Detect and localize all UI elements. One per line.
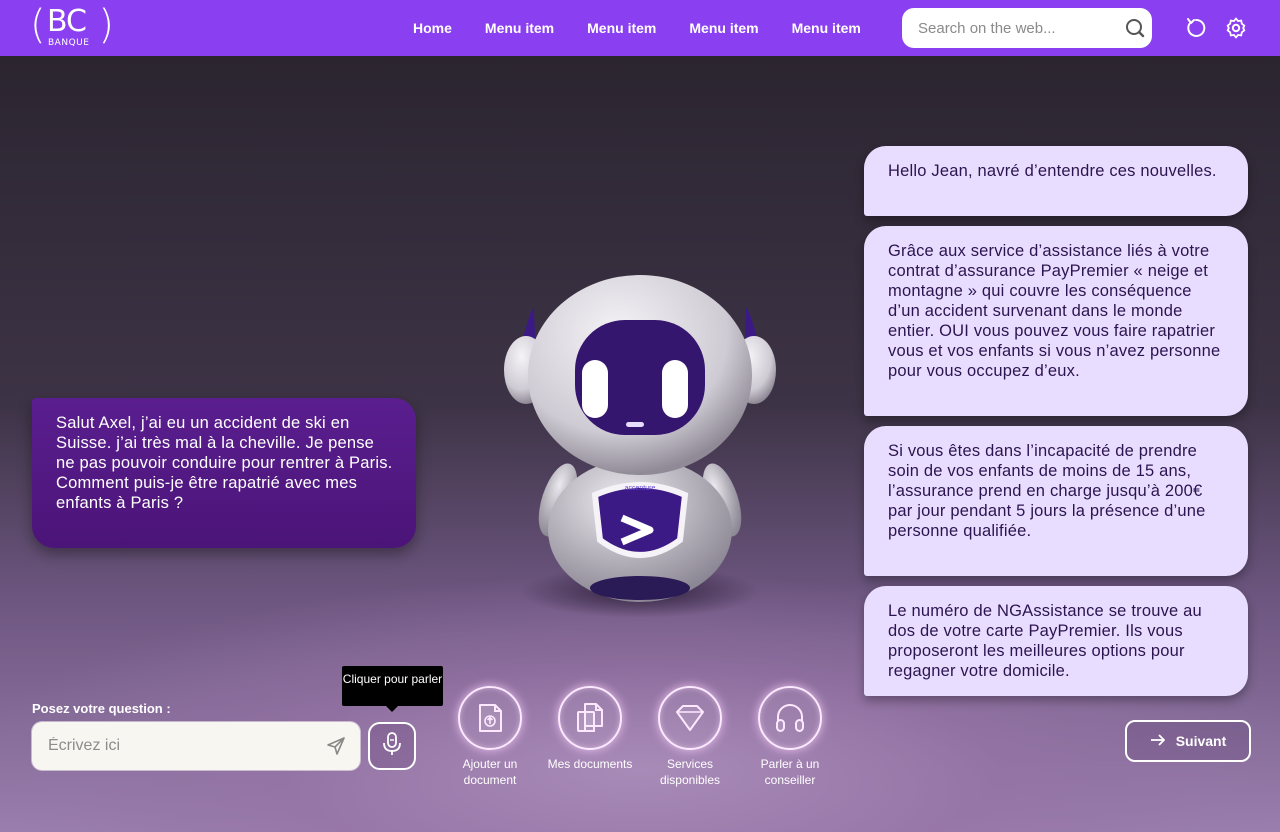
search-icon[interactable] bbox=[1117, 8, 1152, 48]
bot-message-bubble: Le numéro de NGAssistance se trouve au d… bbox=[864, 586, 1248, 696]
nav-menu-item-4[interactable]: Menu item bbox=[792, 20, 861, 36]
action-label: Mes documents bbox=[547, 757, 633, 771]
bot-message-bubble: Grâce aux service d’assistance liés à vo… bbox=[864, 226, 1248, 416]
bot-message-bubble: Hello Jean, navré d’entendre ces nouvell… bbox=[864, 146, 1248, 216]
nav-home[interactable]: Home bbox=[413, 20, 452, 36]
bot-message-bubble: Si vous êtes dans l’incapacité de prendr… bbox=[864, 426, 1248, 576]
next-button[interactable]: Suivant bbox=[1125, 720, 1251, 762]
action-label: Ajouter un document bbox=[462, 757, 518, 787]
mic-tooltip: Cliquer pour parler bbox=[342, 666, 443, 712]
nav-menu-item-2[interactable]: Menu item bbox=[587, 20, 656, 36]
question-label: Posez votre question : bbox=[32, 701, 171, 716]
microphone-icon bbox=[381, 731, 403, 761]
headphones-icon bbox=[758, 686, 822, 750]
add-document-action[interactable]: Ajouter un document bbox=[440, 686, 540, 788]
refresh-icon[interactable] bbox=[1182, 14, 1210, 42]
available-services-action[interactable]: Services disponibles bbox=[640, 686, 740, 788]
nav-menu-item-1[interactable]: Menu item bbox=[485, 20, 554, 36]
main-nav: Home Menu item Menu item Menu item Menu … bbox=[396, 0, 877, 56]
microphone-button[interactable] bbox=[368, 722, 416, 770]
action-label: Parler à un conseiller bbox=[760, 757, 820, 787]
chest-brand: accenture bbox=[625, 485, 656, 492]
logo-text: BC bbox=[47, 4, 87, 39]
arrow-right-icon bbox=[1150, 733, 1166, 750]
question-input[interactable] bbox=[32, 737, 312, 755]
logo-subtext: BANQUE bbox=[48, 38, 90, 48]
documents-icon bbox=[558, 686, 622, 750]
talk-to-advisor-action[interactable]: Parler à un conseiller bbox=[740, 686, 840, 788]
bc-banque-logo[interactable]: ( BC BANQUE ) bbox=[30, 2, 114, 52]
settings-icon[interactable] bbox=[1222, 14, 1250, 42]
next-button-label: Suivant bbox=[1175, 733, 1227, 749]
top-navbar: ( BC BANQUE ) Home Menu item Menu item M… bbox=[0, 0, 1280, 56]
my-documents-action[interactable]: Mes documents bbox=[540, 686, 640, 772]
question-input-box bbox=[32, 722, 360, 770]
nav-menu-item-3[interactable]: Menu item bbox=[689, 20, 758, 36]
robot-avatar: accenture bbox=[500, 270, 780, 620]
action-label: Services disponibles bbox=[659, 757, 721, 787]
user-message-bubble: Salut Axel, j’ai eu un accident de ski e… bbox=[32, 398, 416, 548]
send-icon[interactable] bbox=[312, 722, 360, 770]
upload-document-icon bbox=[458, 686, 522, 750]
web-search-box bbox=[902, 8, 1152, 48]
gem-icon bbox=[658, 686, 722, 750]
search-input[interactable] bbox=[902, 19, 1117, 37]
